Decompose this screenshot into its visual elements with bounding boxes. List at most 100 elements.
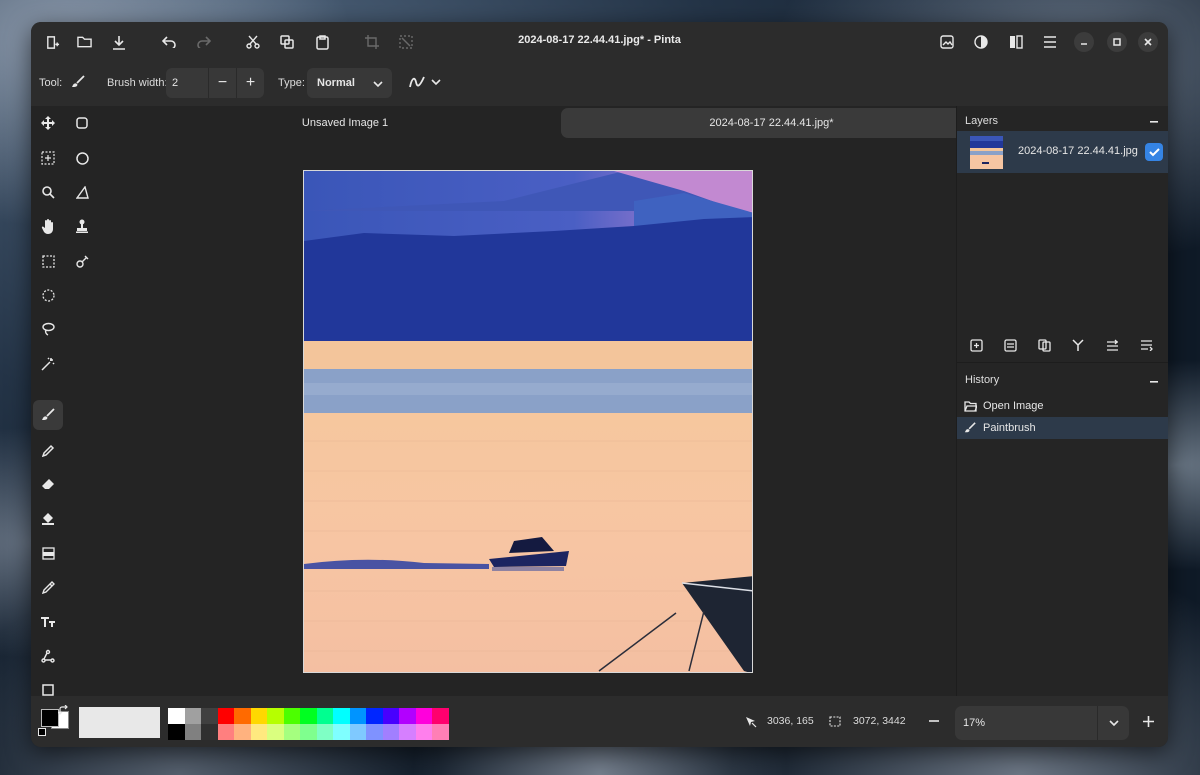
history-item-paintbrush[interactable]: Paintbrush	[957, 417, 1168, 439]
palette-swatch[interactable]	[201, 708, 218, 724]
zoom-out-icon[interactable]	[929, 716, 939, 729]
history-item-open-image[interactable]: Open Image	[957, 395, 1168, 417]
palette-swatch[interactable]	[283, 724, 300, 740]
palette-swatch[interactable]	[349, 724, 366, 740]
palette-swatch[interactable]	[333, 724, 350, 740]
paintbrush-tool-icon[interactable]	[33, 400, 63, 430]
pencil-tool-icon[interactable]	[33, 435, 63, 465]
zoom-value[interactable]: 17%	[963, 717, 985, 729]
brush-width-spinner[interactable]: 2 − +	[166, 68, 264, 98]
paste-icon[interactable]	[310, 30, 334, 54]
palette-swatch[interactable]	[300, 708, 317, 724]
canvas-area[interactable]	[97, 140, 957, 696]
palette-swatch[interactable]	[201, 724, 218, 740]
palette-swatch[interactable]	[415, 708, 432, 724]
palette-swatch[interactable]	[316, 724, 333, 740]
new-image-icon[interactable]	[40, 30, 64, 54]
clone-stamp-tool-icon[interactable]	[67, 211, 97, 241]
palette-swatch[interactable]	[267, 724, 284, 740]
undo-icon[interactable]	[157, 30, 181, 54]
zoom-dropdown-chevron-icon[interactable]	[1097, 706, 1129, 740]
adjustments-icon[interactable]	[969, 30, 993, 54]
save-download-icon[interactable]	[107, 30, 131, 54]
text-tool-icon[interactable]	[33, 607, 63, 637]
palette-swatch[interactable]	[333, 708, 350, 724]
palette-swatch[interactable]	[184, 708, 201, 724]
layers-collapse-icon[interactable]	[1148, 116, 1160, 128]
palette-swatch[interactable]	[234, 724, 251, 740]
maximize-button[interactable]	[1107, 32, 1127, 52]
palette-swatch[interactable]	[168, 708, 185, 724]
close-button[interactable]	[1138, 32, 1158, 52]
main-menu-icon[interactable]	[1038, 30, 1062, 54]
rectangle-select-tool-icon[interactable]	[33, 246, 63, 276]
zoom-in-icon[interactable]	[1143, 716, 1154, 730]
move-selected-tool-icon[interactable]	[33, 108, 63, 138]
freeform-shape-tool-icon[interactable]	[67, 177, 97, 207]
gradient-tool-icon[interactable]	[33, 538, 63, 568]
layer-visibility-checkbox[interactable]	[1145, 143, 1163, 161]
effects-icon[interactable]	[1004, 30, 1028, 54]
reset-colors-icon[interactable]	[38, 728, 46, 736]
increase-width-button[interactable]: +	[236, 68, 264, 98]
duplicate-layer-icon[interactable]	[1000, 335, 1020, 355]
deselect-icon[interactable]	[394, 30, 418, 54]
canvas-image[interactable]	[303, 170, 753, 673]
palette-swatch[interactable]	[316, 708, 333, 724]
palette-swatch[interactable]	[217, 708, 234, 724]
tab-unsaved-image[interactable]: Unsaved Image 1	[227, 108, 463, 138]
magic-wand-tool-icon[interactable]	[33, 349, 63, 379]
open-folder-icon[interactable]	[72, 30, 96, 54]
brush-type-dropdown[interactable]: Normal	[307, 68, 392, 98]
palette-swatch[interactable]	[283, 708, 300, 724]
palette-swatch[interactable]	[250, 724, 267, 740]
recent-color-swatch[interactable]	[79, 707, 160, 738]
brush-width-value[interactable]: 2	[172, 77, 178, 89]
merge-layer-down-icon[interactable]	[1068, 335, 1088, 355]
lasso-select-tool-icon[interactable]	[33, 314, 63, 344]
minimize-button[interactable]	[1074, 32, 1094, 52]
rounded-rectangle-tool-icon[interactable]	[67, 108, 97, 138]
primary-color-swatch[interactable]	[41, 709, 59, 727]
cut-icon[interactable]	[241, 30, 265, 54]
color-picker-tool-icon[interactable]	[33, 572, 63, 602]
copy-icon[interactable]	[275, 30, 299, 54]
palette-swatch[interactable]	[234, 708, 251, 724]
zoom-tool-icon[interactable]	[33, 177, 63, 207]
move-selection-tool-icon[interactable]	[33, 143, 63, 173]
palette-swatch[interactable]	[366, 724, 383, 740]
palette-swatch[interactable]	[366, 708, 383, 724]
redo-icon[interactable]	[191, 30, 215, 54]
palette-swatch[interactable]	[399, 724, 416, 740]
tab-current-image[interactable]: 2024-08-17 22.44.41.jpg*	[561, 108, 982, 138]
recolor-tool-icon[interactable]	[67, 246, 97, 276]
palette-swatch[interactable]	[382, 708, 399, 724]
palette-swatch[interactable]	[250, 708, 267, 724]
move-layer-up-icon[interactable]	[1102, 335, 1122, 355]
palette-swatch[interactable]	[415, 724, 432, 740]
palette-swatch[interactable]	[267, 708, 284, 724]
add-layer-icon[interactable]	[966, 335, 986, 355]
layer-row[interactable]: 2024-08-17 22.44.41.jpg	[957, 131, 1168, 173]
palette-swatch[interactable]	[217, 724, 234, 740]
decrease-width-button[interactable]: −	[208, 68, 236, 98]
palette-swatch[interactable]	[184, 724, 201, 740]
eraser-tool-icon[interactable]	[33, 469, 63, 499]
ellipse-select-tool-icon[interactable]	[33, 280, 63, 310]
palette-swatch[interactable]	[432, 724, 449, 740]
pan-tool-icon[interactable]	[33, 211, 63, 241]
palette-swatch[interactable]	[300, 724, 317, 740]
swap-colors-icon[interactable]	[57, 704, 69, 719]
palette-swatch[interactable]	[382, 724, 399, 740]
palette-swatch[interactable]	[432, 708, 449, 724]
image-menu-icon[interactable]	[935, 30, 959, 54]
line-curve-tool-icon[interactable]	[33, 641, 63, 671]
crop-icon[interactable]	[360, 30, 384, 54]
history-collapse-icon[interactable]	[1148, 376, 1160, 388]
copy-layer-icon[interactable]	[1034, 335, 1054, 355]
layer-properties-icon[interactable]	[1136, 335, 1156, 355]
palette-swatch[interactable]	[349, 708, 366, 724]
palette-swatch[interactable]	[399, 708, 416, 724]
paint-bucket-tool-icon[interactable]	[33, 503, 63, 533]
ellipse-tool-icon[interactable]	[67, 143, 97, 173]
